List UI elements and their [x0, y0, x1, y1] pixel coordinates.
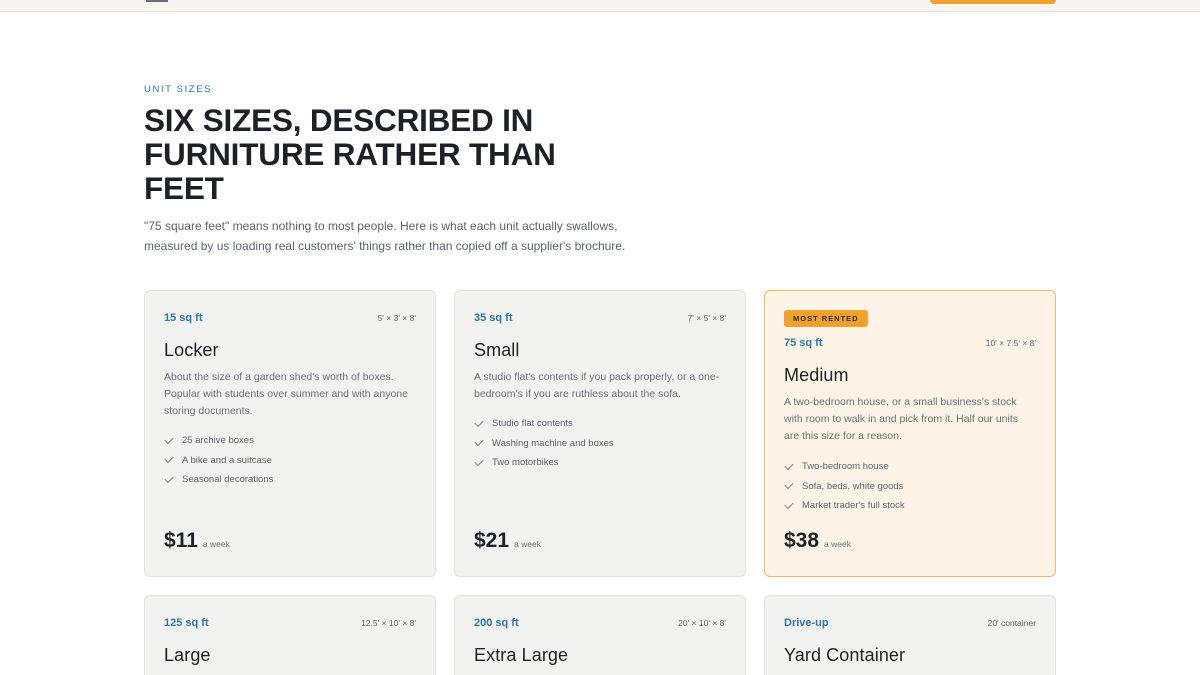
- unit-name: Small: [474, 340, 520, 360]
- price-amount: $21: [474, 529, 510, 552]
- unit-feature-list: 25 archive boxes A bike and a suitcase S…: [164, 431, 273, 490]
- unit-size: Drive-up: [784, 617, 829, 629]
- price-period: a week: [514, 539, 541, 549]
- unit-dimensions: 20' × 10' × 8': [678, 618, 726, 628]
- check-icon: [784, 499, 794, 509]
- unit-dimensions: 20' container: [987, 618, 1036, 628]
- unit-size: 75 sq ft: [784, 337, 823, 349]
- check-icon: [474, 437, 484, 447]
- section-intro: "75 square feet" means nothing to most p…: [144, 219, 626, 253]
- unit-price: $38 a week: [784, 529, 851, 553]
- list-item: Studio flat contents: [474, 414, 614, 434]
- list-item: Sofa, beds, white goods: [784, 477, 905, 497]
- unit-size: 35 sq ft: [474, 312, 513, 324]
- check-icon: [784, 480, 794, 490]
- unit-card-medium[interactable]: MOST RENTED 75 sq ft 10' × 7.5' × 8' Med…: [764, 290, 1056, 577]
- list-item: Market trader's full stock: [784, 496, 905, 516]
- unit-description: A two-bedroom house, or a small business…: [784, 396, 1019, 442]
- header-cta-button[interactable]: [930, 0, 1056, 4]
- price-period: a week: [824, 539, 851, 549]
- unit-name: Extra Large: [474, 645, 569, 665]
- price-amount: $38: [784, 529, 820, 552]
- unit-size: 125 sq ft: [164, 617, 209, 629]
- unit-name: Yard Container: [784, 645, 906, 665]
- unit-card-extra-large[interactable]: 200 sq ft 20' × 10' × 8' Extra Large: [454, 595, 746, 675]
- unit-description: A studio flat's contents if you pack pro…: [474, 371, 720, 400]
- unit-feature-list: Two-bedroom house Sofa, beds, white good…: [784, 457, 905, 516]
- list-item: Two motorbikes: [474, 453, 614, 473]
- list-item: A bike and a suitcase: [164, 451, 273, 471]
- unit-card-locker[interactable]: 15 sq ft 5' × 3' × 8' Locker About the s…: [144, 290, 436, 577]
- unit-price: $21 a week: [474, 529, 541, 553]
- logo-icon[interactable]: [146, 0, 168, 2]
- check-icon: [164, 434, 174, 444]
- unit-size: 15 sq ft: [164, 312, 203, 324]
- price-period: a week: [202, 539, 230, 549]
- unit-dimensions: 12.5' × 10' × 8': [361, 618, 416, 628]
- unit-card-yard-container[interactable]: Drive-up 20' container Yard Container: [764, 595, 1056, 675]
- unit-dimensions: 7' × 5' × 8': [687, 313, 726, 323]
- check-icon: [474, 456, 484, 466]
- price-amount: $11: [164, 529, 198, 552]
- check-icon: [164, 454, 174, 464]
- section-eyebrow: UNIT SIZES: [144, 84, 213, 95]
- unit-name: Medium: [784, 365, 849, 385]
- list-item: Washing machine and boxes: [474, 434, 614, 454]
- unit-size: 200 sq ft: [474, 617, 519, 629]
- unit-name: Locker: [164, 340, 219, 360]
- list-item: 25 archive boxes: [164, 431, 273, 451]
- most-rented-badge: MOST RENTED: [784, 310, 868, 327]
- unit-card-small[interactable]: 35 sq ft 7' × 5' × 8' Small A studio fla…: [454, 290, 746, 577]
- unit-card-large[interactable]: 125 sq ft 12.5' × 10' × 8' Large: [144, 595, 436, 675]
- unit-name: Large: [164, 645, 211, 665]
- top-nav-bar: [0, 0, 1200, 12]
- list-item: Seasonal decorations: [164, 470, 273, 490]
- check-icon: [474, 417, 484, 427]
- check-icon: [784, 460, 794, 470]
- unit-price: $11 a week: [164, 529, 230, 553]
- unit-dimensions: 10' × 7.5' × 8': [985, 338, 1036, 348]
- section-title: SIX SIZES, DESCRIBED IN FURNITURE RATHER…: [144, 102, 556, 206]
- unit-feature-list: Studio flat contents Washing machine and…: [474, 414, 614, 473]
- unit-description: About the size of a garden shed's worth …: [164, 371, 408, 417]
- check-icon: [164, 473, 174, 483]
- unit-dimensions: 5' × 3' × 8': [377, 313, 416, 323]
- list-item: Two-bedroom house: [784, 457, 905, 477]
